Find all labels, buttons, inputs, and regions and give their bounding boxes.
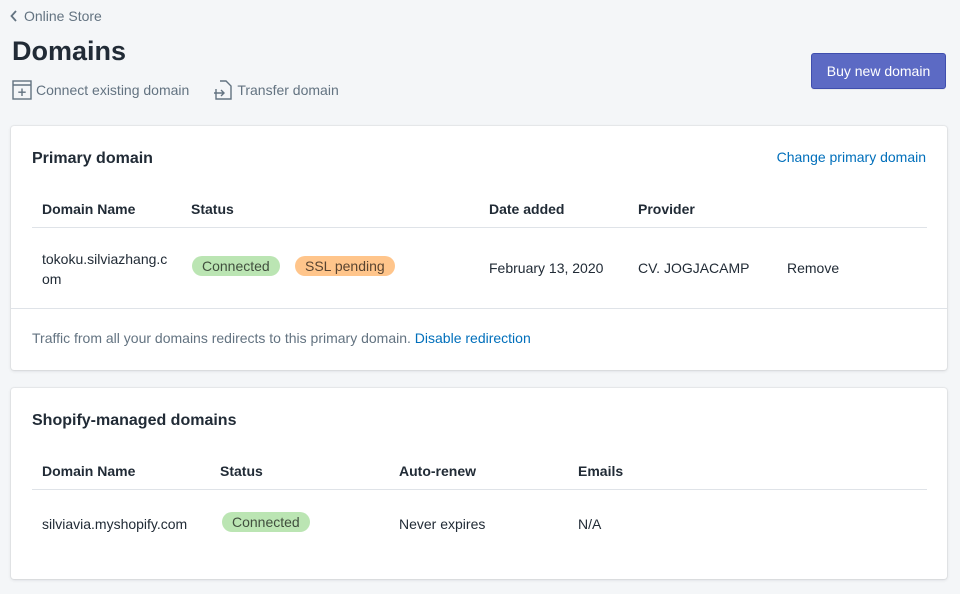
status-badge: Connected	[222, 512, 310, 532]
status-badge: Connected	[192, 256, 280, 276]
redirect-info-text: Traffic from all your domains redirects …	[32, 330, 411, 346]
card-section-divider	[11, 308, 947, 309]
table-divider	[32, 227, 927, 228]
redirect-info: Traffic from all your domains redirects …	[32, 330, 531, 346]
connect-existing-domain-label: Connect existing domain	[36, 82, 190, 98]
chevron-left-icon	[10, 10, 17, 22]
managed-domain-name: silviavia.myshopify.com	[42, 516, 188, 532]
column-header-domain-name: Domain Name	[42, 201, 136, 217]
primary-domain-name-line2: om	[42, 271, 62, 287]
column-header-status: Status	[191, 201, 234, 217]
table-divider	[32, 489, 927, 490]
buy-new-domain-button[interactable]: Buy new domain	[811, 53, 946, 89]
change-primary-domain-link[interactable]: Change primary domain	[777, 149, 926, 165]
column-header-date-added: Date added	[489, 201, 565, 217]
shopify-managed-domains-card: Shopify-managed domains Domain Name Stat…	[11, 388, 947, 579]
column-header-auto-renew: Auto-renew	[399, 463, 476, 479]
transfer-domain-icon	[214, 80, 233, 100]
transfer-domain-button[interactable]: Transfer domain	[213, 80, 339, 100]
remove-domain-link[interactable]: Remove	[787, 260, 839, 276]
connect-existing-domain-button[interactable]: Connect existing domain	[12, 80, 189, 100]
date-added-value: February 13, 2020	[489, 260, 604, 276]
column-header-emails: Emails	[578, 463, 624, 479]
disable-redirection-link[interactable]: Disable redirection	[415, 330, 531, 346]
page-title: Domains	[12, 36, 127, 66]
column-header-domain-name: Domain Name	[42, 463, 136, 479]
auto-renew-value: Never expires	[399, 516, 486, 532]
column-header-provider: Provider	[638, 201, 695, 217]
primary-domain-name-line1: tokoku.silviazhang.c	[42, 251, 168, 267]
primary-domain-name: tokoku.silviazhang.c om	[42, 249, 167, 289]
emails-value: N/A	[578, 516, 602, 532]
provider-value: CV. JOGJACAMP	[638, 260, 750, 276]
breadcrumb-back[interactable]: Online Store	[10, 8, 102, 24]
transfer-domain-label: Transfer domain	[237, 82, 339, 98]
primary-domain-card: Primary domain Change primary domain Dom…	[11, 126, 947, 370]
page-actions: Connect existing domain Transfer domain	[12, 80, 363, 100]
ssl-pending-badge: SSL pending	[295, 256, 395, 276]
breadcrumb-label: Online Store	[24, 8, 102, 24]
shopify-managed-domains-title: Shopify-managed domains	[32, 412, 237, 429]
column-header-status: Status	[220, 463, 263, 479]
add-domain-icon	[12, 80, 32, 100]
primary-domain-title: Primary domain	[32, 150, 153, 167]
